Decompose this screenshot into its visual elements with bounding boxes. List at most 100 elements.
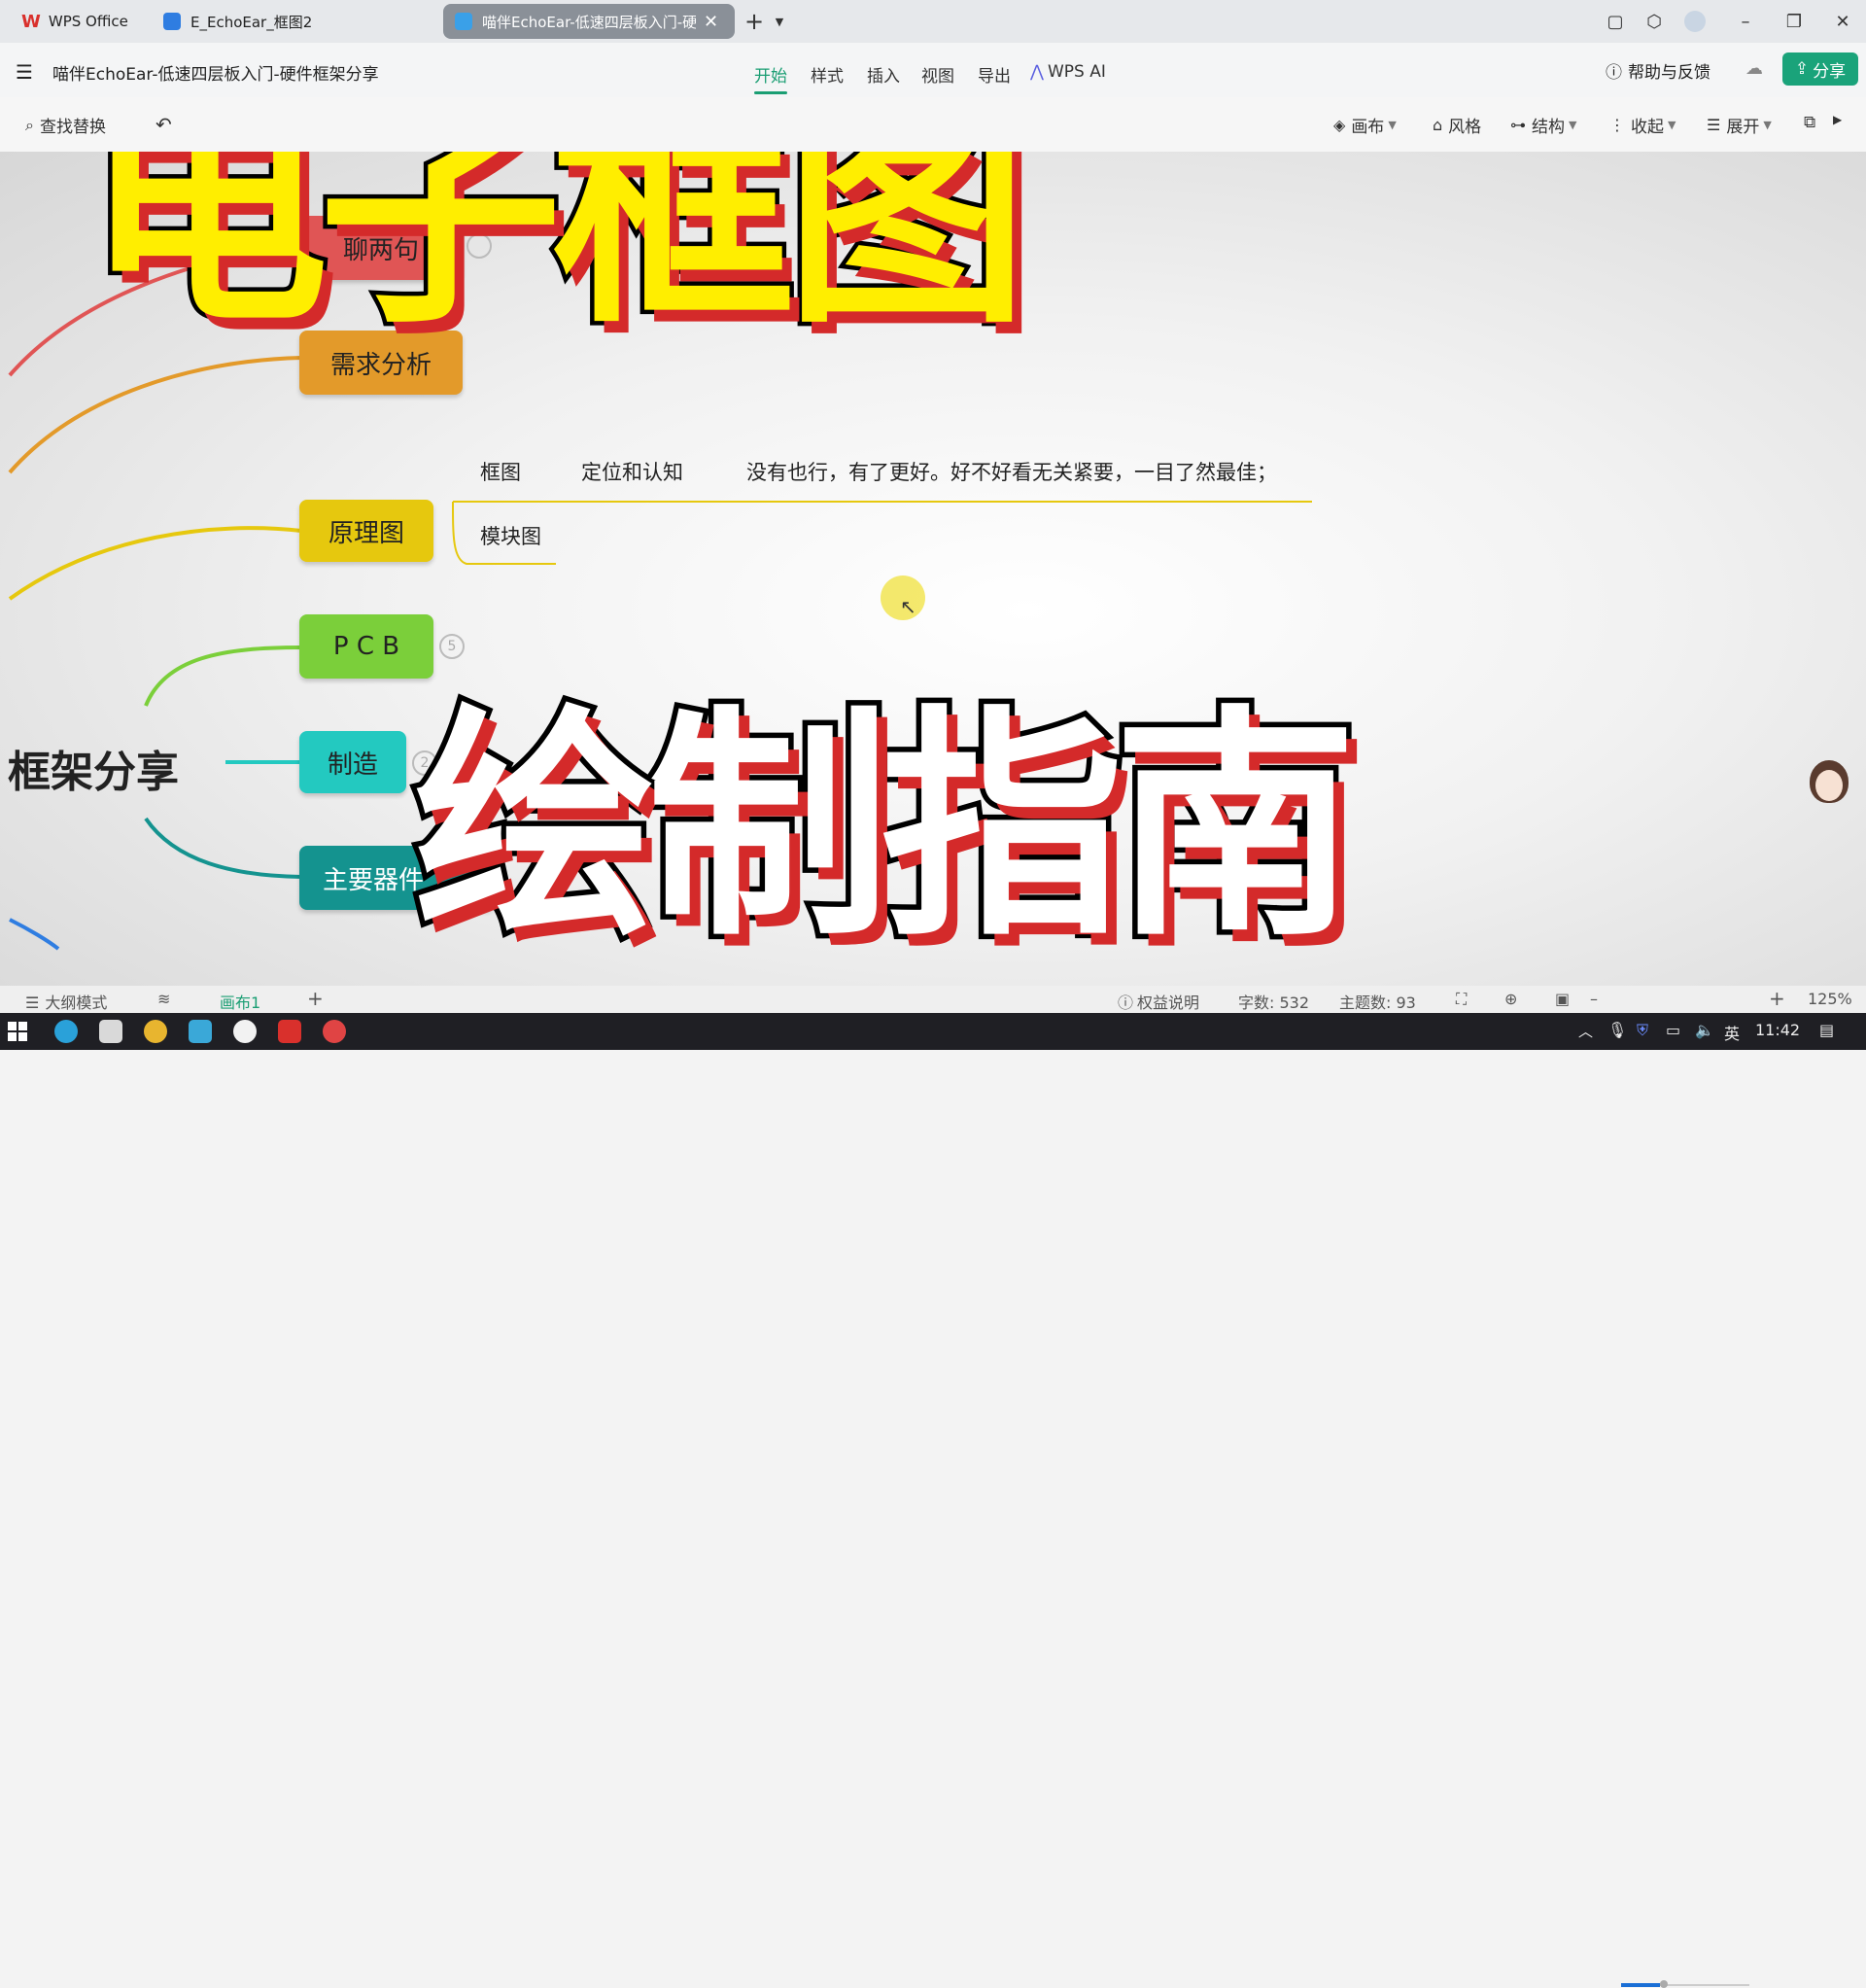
canvas-tab[interactable]: 画布1: [220, 990, 260, 1013]
zoom-slider[interactable]: [1621, 1980, 1749, 1988]
chevron-up-icon[interactable]: ︿: [1578, 1021, 1593, 1041]
menu-insert[interactable]: 插入: [867, 62, 900, 87]
expand-icon: ☰: [1707, 116, 1721, 134]
microphone-icon[interactable]: 🎙: [1607, 1021, 1627, 1039]
chevron-down-icon[interactable]: ▼: [766, 8, 793, 35]
pcb-count-badge[interactable]: 5: [439, 634, 465, 659]
branch-line-pcb: [144, 645, 302, 707]
recorder-icon[interactable]: [323, 1020, 346, 1043]
style-button[interactable]: ⌂ 风格: [1433, 113, 1481, 137]
leaf-dingwei[interactable]: 定位和认知: [581, 457, 683, 486]
menu-label: WPS AI: [1047, 62, 1106, 82]
leaf-mokuaitu[interactable]: 模块图: [480, 521, 541, 550]
share-label: 分享: [1813, 61, 1847, 82]
shield-icon[interactable]: ⛨: [1637, 1021, 1648, 1040]
search-icon: ⌕: [25, 115, 34, 134]
minimize-icon[interactable]: –: [1732, 8, 1759, 35]
zoom-level[interactable]: 125%: [1808, 990, 1852, 1008]
outline-mode-label: 大纲模式: [45, 994, 108, 1012]
info-icon: ⓘ: [1118, 994, 1134, 1012]
chevron-down-icon: ▼: [1388, 119, 1397, 131]
help-icon: ⓘ: [1606, 63, 1622, 83]
chrome-icon[interactable]: [144, 1020, 167, 1043]
structure-button[interactable]: ⊶ 结构 ▼: [1510, 113, 1576, 137]
canvas-button[interactable]: ◈ 画布 ▼: [1333, 113, 1397, 137]
zoom-out-button[interactable]: –: [1590, 990, 1598, 1008]
mindmap-doc-icon: [163, 13, 181, 30]
minimap-icon[interactable]: ▣: [1555, 990, 1570, 1008]
leaf-kuangtu[interactable]: 框图: [480, 457, 521, 486]
collapse-label: 收起: [1631, 118, 1664, 137]
restore-icon[interactable]: ❐: [1780, 8, 1808, 35]
menu-wps-ai[interactable]: ⋀ WPS AI: [1030, 62, 1106, 82]
collapse-button[interactable]: ⋮ 收起 ▼: [1609, 113, 1676, 137]
root-node[interactable]: 框架分享: [8, 737, 179, 799]
assistant-avatar[interactable]: [1808, 760, 1850, 811]
branch-line-extra: [9, 918, 60, 951]
ime-indicator[interactable]: 英: [1724, 1021, 1740, 1044]
avatar[interactable]: [1681, 8, 1709, 35]
style-label: 风格: [1448, 118, 1482, 137]
toolbar: ⌕ 查找替换 ↶ ◈ 画布 ▼ ⌂ 风格 ⊶ 结构 ▼ ⋮ 收起 ▼ ☰ 展开 …: [0, 97, 1866, 152]
app-icon[interactable]: [99, 1020, 122, 1043]
overlay-title-line2: 绘制指南: [409, 685, 1363, 968]
locate-icon[interactable]: ⊕: [1504, 990, 1517, 1008]
rights-button[interactable]: ⓘ 权益说明: [1118, 990, 1199, 1013]
cube-icon[interactable]: ⬡: [1641, 8, 1668, 35]
branch-line-components: [144, 817, 302, 879]
close-window-icon[interactable]: ✕: [1829, 8, 1856, 35]
tab-active-doc[interactable]: 喵伴EchoEar-低速四层板入门-硬 ✕: [443, 4, 735, 39]
menu-start[interactable]: 开始: [754, 62, 787, 94]
network-icon[interactable]: ▭: [1666, 1021, 1680, 1039]
chevron-right-icon[interactable]: ▶: [1833, 113, 1842, 126]
cloud-icon[interactable]: ☁: [1745, 58, 1763, 79]
menu-bar: ☰ 喵伴EchoEar-低速四层板入门-硬件框架分享 开始 样式 插入 视图 导…: [0, 43, 1866, 97]
undo-icon[interactable]: ↶: [156, 113, 172, 136]
windows-start-icon[interactable]: [8, 1022, 27, 1041]
wps-taskbar-icon[interactable]: [278, 1020, 301, 1043]
menu-view[interactable]: 视图: [921, 62, 954, 87]
close-tab-icon[interactable]: ✕: [704, 12, 718, 32]
clock[interactable]: 11:42: [1755, 1021, 1800, 1039]
expand-button[interactable]: ☰ 展开 ▼: [1707, 113, 1772, 137]
volume-icon[interactable]: 🔈: [1695, 1021, 1714, 1039]
add-canvas-button[interactable]: +: [307, 987, 324, 1010]
word-count: 字数: 532: [1238, 994, 1310, 1012]
find-replace-button[interactable]: ⌕ 查找替换: [25, 113, 106, 138]
menu-export[interactable]: 导出: [978, 62, 1011, 87]
zoom-slider-thumb[interactable]: [1660, 1980, 1668, 1988]
menu-style[interactable]: 样式: [811, 62, 844, 87]
zoom-slider-fill: [1621, 1983, 1660, 1987]
outline-mode-button[interactable]: ☰ 大纲模式: [25, 990, 107, 1013]
leaf-note[interactable]: 没有也行，有了更好。好不好看无关紧要，一目了然最佳；: [746, 457, 1277, 486]
collapse-icon: ⋮: [1609, 116, 1625, 134]
fullscreen-icon[interactable]: ⛶: [1456, 990, 1467, 1009]
chevron-down-icon: ▼: [1668, 119, 1676, 131]
qq-icon[interactable]: [233, 1020, 257, 1043]
branch-line-analysis: [8, 356, 302, 474]
node-pcb[interactable]: P C B: [299, 614, 433, 679]
tab-label: 喵伴EchoEar-低速四层板入门-硬: [482, 13, 696, 31]
share-button[interactable]: ⇪ 分享: [1782, 52, 1858, 86]
help-feedback-button[interactable]: ⓘ 帮助与反馈: [1606, 58, 1710, 83]
notification-icon[interactable]: ▤: [1819, 1021, 1834, 1039]
hamburger-menu-icon[interactable]: ☰: [16, 60, 33, 84]
layers-icon[interactable]: ≋: [157, 990, 170, 1008]
node-schematic[interactable]: 原理图: [299, 500, 433, 562]
title-bar: W WPS Office E_EchoEar_框图2 喵伴EchoEar-低速四…: [0, 0, 1866, 43]
wps-ai-icon: ⋀: [1030, 62, 1044, 82]
tab-wps-office[interactable]: W WPS Office: [10, 4, 146, 39]
expand-label: 展开: [1726, 118, 1760, 137]
copy-format-icon[interactable]: ⧉: [1804, 113, 1815, 132]
editor-icon[interactable]: [189, 1020, 212, 1043]
chevron-down-icon: ▼: [1569, 119, 1577, 131]
new-tab-button[interactable]: +: [741, 8, 768, 35]
status-bar: ☰ 大纲模式 ≋ 画布1 + ⓘ 权益说明 字数: 532 主题数: 93 ⛶ ⊕ …: [0, 986, 1866, 1988]
browser-icon[interactable]: [54, 1020, 78, 1043]
zoom-in-button[interactable]: +: [1769, 987, 1785, 1010]
tab-framework-doc[interactable]: E_EchoEar_框图2: [152, 4, 414, 39]
node-manufacture[interactable]: 制造: [299, 731, 406, 793]
mindmap-canvas[interactable]: 聊两句 需求分析 原理图 P C B 5 制造 2 主要器件 框架分享 框图 定…: [0, 152, 1866, 986]
window-tile-icon[interactable]: ▢: [1602, 8, 1629, 35]
document-title: 喵伴EchoEar-低速四层板入门-硬件框架分享: [52, 65, 379, 85]
